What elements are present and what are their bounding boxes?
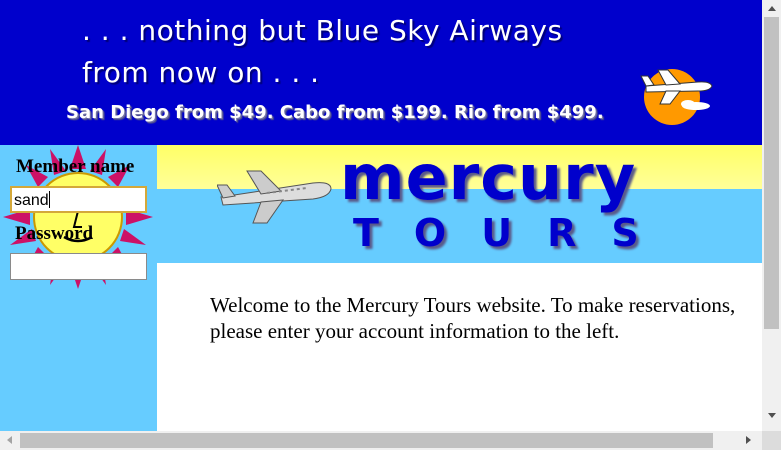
- horizontal-scroll-thumb[interactable]: [20, 433, 713, 448]
- scrollbar-corner: [762, 431, 781, 450]
- scroll-right-icon[interactable]: [746, 436, 751, 444]
- brand-logo-tagline: TOURS: [353, 211, 674, 255]
- vertical-scroll-thumb[interactable]: [764, 17, 779, 329]
- member-name-label: Member name: [16, 156, 135, 177]
- member-name-input[interactable]: sand: [10, 186, 147, 213]
- password-input[interactable]: [10, 253, 147, 280]
- banner-subheadline: from now on . . .: [82, 56, 320, 89]
- promo-banner[interactable]: . . . nothing but Blue Sky Airways from …: [0, 0, 762, 145]
- banner-airplane-icon: [640, 69, 713, 110]
- page-viewport: . . . nothing but Blue Sky Airways from …: [0, 0, 762, 431]
- member-name-value: sand: [14, 192, 49, 209]
- welcome-message: Welcome to the Mercury Tours website. To…: [210, 293, 736, 343]
- scroll-up-icon[interactable]: [768, 6, 776, 11]
- vertical-scrollbar[interactable]: [762, 0, 781, 431]
- scroll-down-icon[interactable]: [768, 413, 776, 418]
- text-caret: [48, 191, 50, 208]
- airplane-icon: [217, 170, 332, 224]
- scroll-left-icon[interactable]: [7, 436, 12, 444]
- site-header: mercury TOURS: [157, 145, 762, 263]
- banner-promo-text: San Diego from $49. Cabo from $199. Rio …: [66, 102, 604, 123]
- banner-headline: . . . nothing but Blue Sky Airways: [82, 14, 563, 47]
- horizontal-scrollbar[interactable]: [0, 431, 762, 450]
- password-label: Password: [15, 223, 94, 244]
- brand-logo-name: mercury: [340, 145, 637, 214]
